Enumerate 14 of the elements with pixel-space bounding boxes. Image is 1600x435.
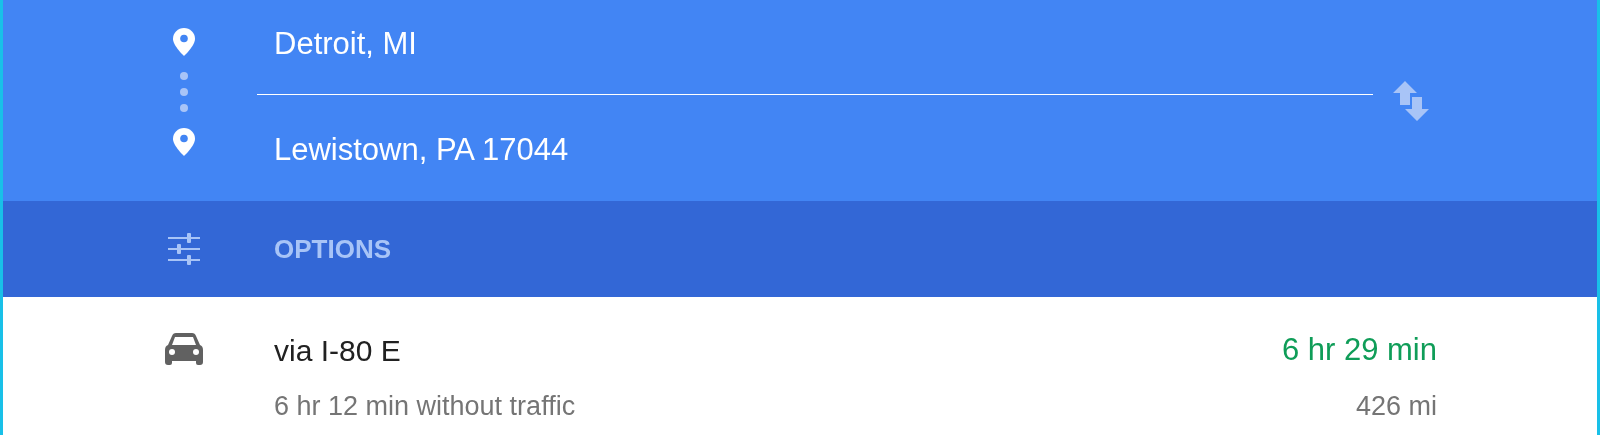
location-pin-icon [173, 128, 195, 156]
route-subtitle: 6 hr 12 min without traffic [274, 389, 576, 423]
route-duration: 6 hr 29 min [1281, 331, 1437, 369]
route-dots-icon [179, 70, 189, 114]
car-icon [165, 333, 203, 365]
route-distance: 426 mi [1355, 389, 1437, 423]
sliders-icon [168, 233, 200, 265]
swap-icon[interactable] [1393, 80, 1429, 121]
options-label: OPTIONS [274, 232, 391, 266]
destination-field[interactable]: Lewistown, PA 17044 [274, 126, 569, 174]
route-title[interactable]: via I-80 E [274, 327, 401, 373]
options-bar[interactable]: OPTIONS [3, 201, 1597, 297]
location-pin-icon [173, 28, 195, 56]
origin-field[interactable]: Detroit, MI [274, 20, 417, 68]
